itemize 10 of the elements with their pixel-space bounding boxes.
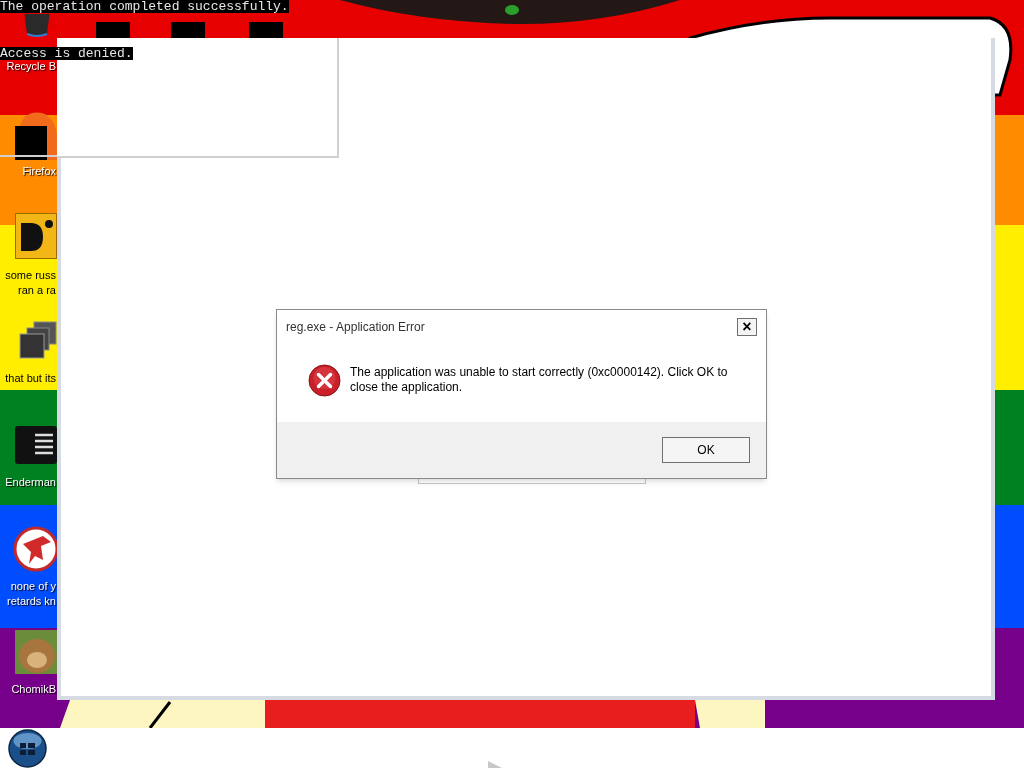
icon-label[interactable]: that but its [5, 371, 56, 386]
icon-label[interactable]: ChomikB [11, 682, 56, 697]
ok-button[interactable]: OK [662, 437, 750, 463]
error-message: The application was unable to start correctly (0xc0000142). Click OK to close the application. [350, 364, 729, 395]
icon-label[interactable]: Recycle B [6, 59, 56, 74]
icon-label[interactable]: Enderman [5, 475, 56, 490]
icon-label[interactable]: some russ ran a ra [5, 268, 56, 298]
close-button[interactable]: × [737, 318, 757, 336]
dialog-title: reg.exe - Application Error [286, 319, 425, 336]
icon-label[interactable]: none of y retards kn [7, 579, 56, 609]
